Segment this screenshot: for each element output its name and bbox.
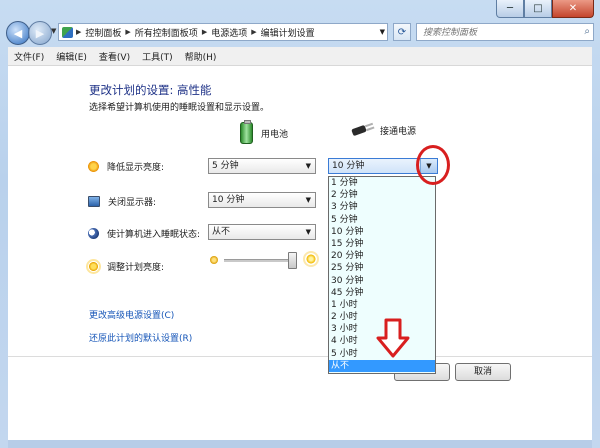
column-header-battery-label: 用电池	[261, 129, 289, 140]
brightness-slider-thumb[interactable]	[288, 252, 297, 269]
sleep-battery-value: 从不	[212, 227, 231, 237]
menu-view[interactable]: 查看(V)	[93, 50, 136, 63]
page-subtitle: 选择希望计算机使用的睡眠设置和显示设置。	[89, 103, 270, 113]
dropdown-option[interactable]: 1 小时	[329, 299, 435, 311]
chevron-down-icon: ▼	[305, 228, 311, 236]
navigation-bar: ◀ ▶ ▼ ▶ 控制面板 ▶ 所有控制面板项 ▶ 电源选项 ▶ 编辑计划设置 ▼…	[0, 20, 600, 48]
window: ─ □ ✕ ◀ ▶ ▼ ▶ 控制面板 ▶ 所有控制面板项 ▶ 电源选项 ▶ 编辑…	[0, 0, 600, 448]
column-header-battery: 用电池	[240, 120, 289, 144]
dim-display-plugged-value: 10 分钟	[332, 161, 365, 171]
dropdown-option[interactable]: 从不	[329, 359, 435, 372]
dropdown-option[interactable]: 5 分钟	[329, 214, 435, 226]
address-dropdown-icon[interactable]: ▼	[380, 28, 385, 36]
recent-pages-chevron-icon[interactable]: ▼	[51, 27, 56, 35]
address-bar[interactable]: ▶ 控制面板 ▶ 所有控制面板项 ▶ 电源选项 ▶ 编辑计划设置 ▼	[58, 23, 388, 41]
chevron-down-icon: ▼	[305, 162, 311, 170]
search-box[interactable]: ⌕	[416, 23, 594, 41]
dropdown-option[interactable]: 20 分钟	[329, 250, 435, 262]
row-brightness: 调整计划亮度:	[88, 260, 164, 273]
close-button[interactable]: ✕	[552, 0, 594, 18]
turn-off-display-battery-value: 10 分钟	[212, 195, 245, 205]
row-dim-display: 降低显示亮度:	[88, 160, 164, 173]
menu-edit[interactable]: 编辑(E)	[50, 50, 93, 63]
divider	[8, 356, 592, 357]
dropdown-option[interactable]: 3 分钟	[329, 201, 435, 213]
refresh-icon: ⟳	[397, 26, 407, 38]
breadcrumb-separator-icon: ▶	[76, 28, 82, 36]
monitor-icon	[88, 196, 100, 207]
cancel-button[interactable]: 取消	[455, 363, 511, 381]
row-brightness-label: 调整计划亮度:	[107, 263, 165, 273]
restore-defaults-link[interactable]: 还原此计划的默认设置(R)	[89, 331, 192, 344]
window-bottom-border	[8, 440, 592, 448]
breadcrumb-edit-plan[interactable]: 编辑计划设置	[261, 26, 315, 39]
breadcrumb-separator-icon: ▶	[201, 28, 208, 36]
column-header-plugged: 接通电源	[350, 122, 416, 138]
dropdown-option[interactable]: 1 分钟	[329, 177, 435, 189]
content-area: 更改计划的设置: 高性能 选择希望计算机使用的睡眠设置和显示设置。 用电池 接通…	[8, 66, 592, 440]
brightness-slider[interactable]	[224, 252, 297, 269]
brightness-slider-track[interactable]	[224, 259, 294, 262]
search-input[interactable]	[421, 25, 575, 41]
brightness-high-icon	[305, 253, 317, 265]
search-icon[interactable]: ⌕	[584, 26, 590, 37]
dim-brightness-icon	[88, 161, 99, 172]
power-plug-icon	[350, 122, 374, 138]
forward-button[interactable]: ▶	[28, 21, 52, 45]
brightness-sun-icon	[88, 261, 99, 272]
breadcrumb-all-items[interactable]: 所有控制面板项	[135, 26, 198, 39]
annotation-circle	[416, 145, 450, 185]
dropdown-option[interactable]: 45 分钟	[329, 287, 435, 299]
row-turn-off-display: 关闭显示器:	[88, 195, 156, 208]
dim-display-battery-value: 5 分钟	[212, 161, 239, 171]
brightness-low-icon	[210, 256, 218, 264]
caption-buttons: ─ □ ✕	[496, 0, 594, 18]
row-sleep: 使计算机进入睡眠状态:	[88, 227, 200, 240]
dropdown-option[interactable]: 10 分钟	[329, 226, 435, 238]
chevron-down-icon: ▼	[305, 196, 311, 204]
dropdown-option[interactable]: 30 分钟	[329, 275, 435, 287]
page-title: 更改计划的设置: 高性能	[89, 83, 212, 97]
sleep-battery-select[interactable]: 从不 ▼	[208, 224, 316, 240]
column-header-plugged-label: 接通电源	[380, 126, 417, 137]
breadcrumb-power-options[interactable]: 电源选项	[211, 26, 247, 39]
battery-icon	[240, 120, 253, 144]
maximize-button[interactable]: □	[524, 0, 552, 18]
breadcrumb-control-panel[interactable]: 控制面板	[85, 26, 121, 39]
dropdown-option[interactable]: 2 分钟	[329, 189, 435, 201]
breadcrumb-separator-icon: ▶	[251, 28, 257, 36]
annotation-down-arrow-icon	[376, 318, 410, 358]
menu-tools[interactable]: 工具(T)	[136, 50, 179, 63]
sleep-moon-icon	[88, 228, 99, 239]
row-sleep-label: 使计算机进入睡眠状态:	[107, 230, 201, 240]
turn-off-display-battery-select[interactable]: 10 分钟 ▼	[208, 192, 316, 208]
breadcrumb-separator-icon: ▶	[125, 28, 131, 36]
minimize-button[interactable]: ─	[496, 0, 524, 18]
dropdown-option[interactable]: 25 分钟	[329, 262, 435, 274]
menu-help[interactable]: 帮助(H)	[179, 50, 223, 63]
advanced-settings-link[interactable]: 更改高级电源设置(C)	[89, 308, 174, 321]
control-panel-icon	[62, 26, 73, 38]
back-button[interactable]: ◀	[6, 21, 30, 45]
menu-file[interactable]: 文件(F)	[8, 50, 50, 63]
dim-display-battery-select[interactable]: 5 分钟 ▼	[208, 158, 316, 174]
refresh-button[interactable]: ⟳	[393, 23, 411, 41]
dropdown-option[interactable]: 15 分钟	[329, 238, 435, 250]
row-turn-off-display-label: 关闭显示器:	[108, 198, 157, 208]
row-dim-display-label: 降低显示亮度:	[107, 163, 165, 173]
menu-bar: 文件(F) 编辑(E) 查看(V) 工具(T) 帮助(H)	[8, 47, 592, 66]
